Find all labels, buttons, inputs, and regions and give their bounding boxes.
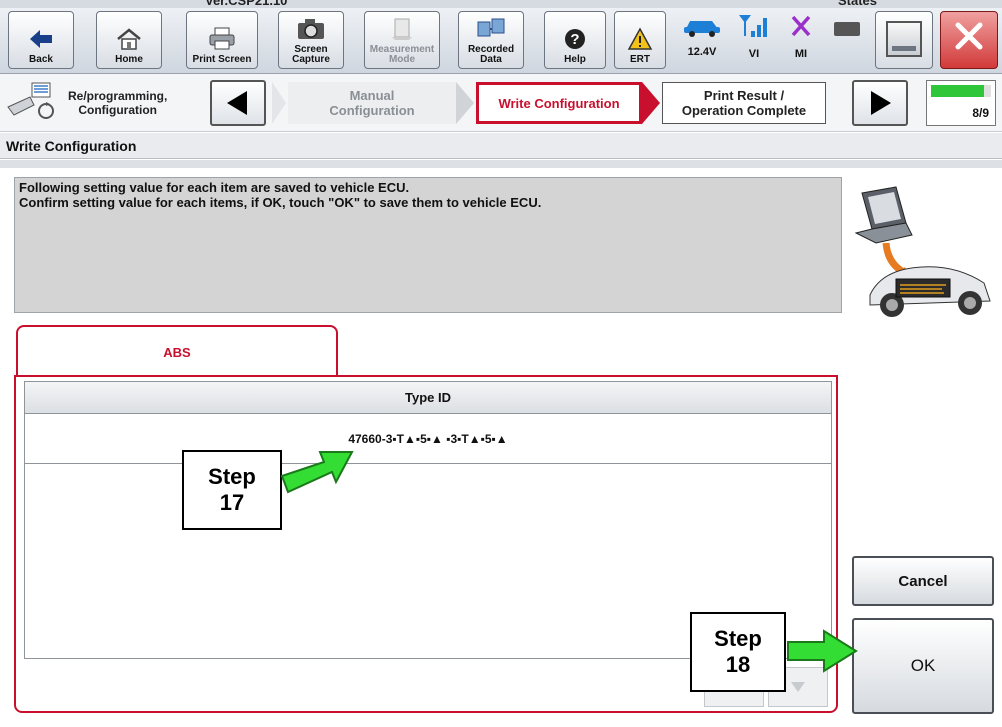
car-illustration-icon bbox=[869, 266, 991, 317]
vi-status: VI bbox=[734, 13, 774, 67]
main-toolbar: Back Home Print Screen Screen Capture Me… bbox=[0, 8, 1002, 74]
states-label: States bbox=[838, 0, 878, 8]
breadcrumb-home[interactable]: Re/programming, Configuration bbox=[4, 79, 200, 127]
title-bar: Ver.CSP21.10 States bbox=[0, 0, 1002, 8]
table-row[interactable]: 47660-3▪T▲▪5▪▲ ▪3▪T▲▪5▪▲ bbox=[25, 414, 831, 464]
step-print-result: Print Result / Operation Complete bbox=[662, 82, 826, 124]
page-down-icon bbox=[791, 682, 805, 692]
previous-step-button[interactable] bbox=[210, 80, 266, 126]
print-screen-button[interactable]: Print Screen bbox=[186, 11, 258, 69]
instruction-line-1: Following setting value for each item ar… bbox=[19, 180, 410, 195]
chevron-divider bbox=[272, 82, 286, 124]
step-17-arrow-icon bbox=[280, 451, 354, 494]
minimize-icon bbox=[886, 20, 922, 57]
progress-count: 8/9 bbox=[972, 106, 989, 120]
next-step-button[interactable] bbox=[852, 80, 908, 126]
back-button[interactable]: Back bbox=[8, 11, 74, 69]
chevron-divider bbox=[456, 82, 474, 124]
laptop-to-vehicle-illustration bbox=[852, 183, 994, 323]
close-icon bbox=[950, 17, 988, 60]
progress-bar bbox=[931, 85, 991, 97]
step-17-callout: Step 17 bbox=[182, 450, 282, 530]
step-18-arrow-icon bbox=[787, 629, 858, 673]
minimize-button[interactable] bbox=[875, 11, 933, 69]
instruction-message: Following setting value for each item ar… bbox=[14, 177, 842, 313]
triangle-right-icon bbox=[871, 91, 891, 115]
help-icon: ? bbox=[560, 26, 590, 52]
instruction-line-2: Confirm setting value for each items, if… bbox=[19, 195, 542, 210]
tab-abs[interactable]: ABS bbox=[16, 325, 338, 377]
measurement-icon bbox=[387, 16, 417, 42]
mi-disconnected-icon bbox=[788, 13, 814, 44]
help-button[interactable]: ? Help bbox=[544, 11, 606, 69]
step-18-callout: Step 18 bbox=[690, 612, 786, 692]
mi-status: MI bbox=[784, 13, 818, 67]
home-button[interactable]: Home bbox=[96, 11, 162, 69]
printer-icon bbox=[207, 26, 237, 52]
laptop-icon bbox=[854, 186, 913, 244]
ok-button[interactable]: OK bbox=[852, 618, 994, 714]
measurement-mode-button[interactable]: Measurement Mode bbox=[364, 11, 440, 69]
svg-text:?: ? bbox=[570, 31, 579, 48]
table-header-type-id: Type ID bbox=[25, 382, 831, 414]
cancel-button[interactable]: Cancel bbox=[852, 556, 994, 606]
camera-icon bbox=[296, 16, 326, 42]
battery-voltage-status: 12.4V bbox=[680, 13, 724, 67]
version-label: Ver.CSP21.10 bbox=[205, 0, 288, 8]
triangle-left-icon bbox=[227, 91, 247, 115]
warning-icon bbox=[625, 26, 655, 52]
step-manual-configuration: Manual Configuration bbox=[288, 82, 456, 124]
car-icon bbox=[682, 13, 722, 42]
close-button[interactable] bbox=[940, 11, 998, 69]
step-write-configuration: Write Configuration bbox=[476, 82, 642, 124]
recorded-data-icon bbox=[476, 16, 506, 42]
step-progress: 8/9 bbox=[926, 80, 996, 126]
home-icon bbox=[114, 26, 144, 52]
reprogramming-icon bbox=[4, 81, 60, 126]
consult-window: Ver.CSP21.10 States Back Home Print Scre… bbox=[0, 0, 1002, 727]
signal-icon bbox=[737, 13, 771, 44]
progress-bar-fill bbox=[931, 85, 985, 97]
chevron-divider-active bbox=[642, 82, 660, 124]
breadcrumb-home-label: Re/programming, Configuration bbox=[68, 89, 168, 117]
page-title: Write Configuration bbox=[0, 133, 1002, 159]
ert-button[interactable]: ERT bbox=[614, 11, 666, 69]
breadcrumb: Re/programming, Configuration Manual Con… bbox=[0, 74, 1002, 132]
back-arrow-icon bbox=[26, 26, 56, 52]
divider bbox=[0, 160, 1002, 168]
screen-capture-button[interactable]: Screen Capture bbox=[278, 11, 344, 69]
battery-indicator-icon bbox=[834, 22, 860, 36]
type-id-value: 47660-3▪T▲▪5▪▲ ▪3▪T▲▪5▪▲ bbox=[348, 431, 508, 446]
recorded-data-button[interactable]: Recorded Data bbox=[458, 11, 524, 69]
